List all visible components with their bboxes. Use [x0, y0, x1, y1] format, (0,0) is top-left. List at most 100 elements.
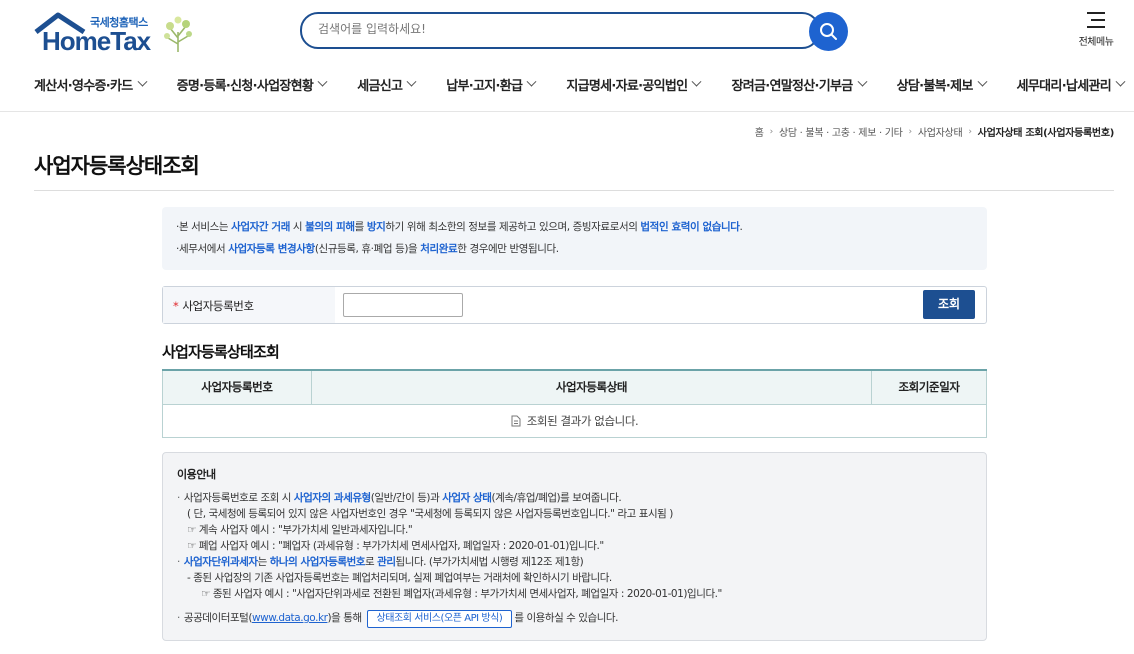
gnb-item-tax-filing[interactable]: 세금신고	[357, 72, 417, 96]
gnb-item-incentive[interactable]: 장려금·연말정산·기부금	[731, 72, 867, 96]
guide-text: 로	[365, 556, 378, 568]
chevron-down-icon	[137, 76, 148, 87]
notice-highlight: 불의의 피해	[305, 221, 355, 233]
chevron-down-icon	[526, 76, 537, 87]
search-button[interactable]	[809, 12, 848, 51]
gnb-item-payment-statement[interactable]: 지급명세·자료·공익법인	[566, 72, 702, 96]
chevron-down-icon	[691, 76, 702, 87]
notice-text: (신규등록, 휴·폐업 등)을	[314, 243, 421, 255]
empty-result-cell: 조회된 결과가 없습니다.	[162, 403, 987, 438]
guide-text: (일반/간이 등)과	[370, 492, 443, 504]
chevron-down-icon	[406, 76, 417, 87]
notice-line: ·본 서비스는 사업자간 거래 시 불의의 피해를 방지하기 위해 최소한의 정…	[176, 219, 973, 234]
notice-text: 를	[354, 221, 367, 233]
notice-box: ·본 서비스는 사업자간 거래 시 불의의 피해를 방지하기 위해 최소한의 정…	[162, 207, 987, 270]
guide-highlight: 사업자단위과세자	[183, 556, 258, 568]
guide-highlight: 사업자 상태	[442, 492, 492, 504]
guide-line: - 종된 사업장의 기존 사업자등록번호는 폐업처리되며, 실제 폐업여부는 거…	[187, 572, 612, 584]
gnb-label: 세무대리·납세관리	[1016, 78, 1112, 94]
gnb-label: 상담·불복·제보	[896, 78, 974, 94]
breadcrumb-item[interactable]: 사업자상태	[918, 124, 963, 139]
guide-highlight: 관리	[377, 556, 396, 568]
gnb-item-invoice[interactable]: 계산서·영수증·카드	[34, 72, 148, 96]
breadcrumb: 홈 › 상담 · 불복 · 고충 · 제보 · 기타 › 사업자상태 › 사업자…	[755, 124, 1115, 140]
guide-line: · 사업자단위과세자는 하나의 사업자등록번호로 관리됩니다. (부가가치세법 시…	[177, 554, 972, 570]
gnb-item-payment[interactable]: 납부·고지·환급	[446, 72, 537, 96]
guide-text: 사업자등록번호로 조회 시	[183, 492, 294, 504]
business-number-input[interactable]	[343, 293, 463, 317]
notice-text: 시	[289, 221, 306, 233]
query-button[interactable]: 조회	[923, 290, 975, 319]
bullet: ·	[177, 492, 180, 504]
all-menu-button[interactable]: 전체메뉴	[1074, 12, 1118, 52]
gnb-item-tax-agent[interactable]: 세무대리·납세관리	[1016, 72, 1126, 96]
gnb-label: 세금신고	[357, 78, 403, 94]
gnb-item-consultation[interactable]: 상담·불복·제보	[896, 72, 988, 96]
guide-text: )을 통해	[327, 612, 365, 624]
breadcrumb-item[interactable]: 상담 · 불복 · 고충 · 제보 · 기타	[779, 124, 903, 139]
notice-text: 하기 위해 최소한의 정보를 제공하고 있으며, 증빙자료로서의	[385, 221, 641, 233]
breadcrumb-current: 사업자상태 조회(사업자등록번호)	[977, 128, 1115, 139]
open-api-service-button[interactable]: 상태조회 서비스(오픈 API 방식)	[366, 610, 513, 628]
table-header-row: 사업자등록번호 사업자등록상태 조회기준일자	[162, 369, 987, 405]
bullet: ·	[177, 612, 180, 624]
empty-result-message: 조회된 결과가 없습니다.	[526, 413, 639, 428]
notice-line: ·세무서에서 사업자등록 변경사항(신규등록, 휴·폐업 등)을 처리완료한 경…	[176, 241, 973, 256]
usage-guide-box: 이용안내 · 사업자등록번호로 조회 시 사업자의 과세유형(일반/간이 등)과 …	[162, 452, 987, 641]
guide-highlight: 사업자의 과세유형	[293, 492, 371, 504]
column-header: 조회기준일자	[871, 369, 987, 405]
data-portal-link[interactable]: www.data.go.kr	[252, 612, 328, 624]
guide-text: 됩니다. (부가가치세법 시행령 제12조 제1항)	[395, 556, 584, 568]
results-section-title: 사업자등록상태조회	[162, 343, 280, 361]
all-menu-label: 전체메뉴	[1078, 37, 1114, 48]
page-title: 사업자등록상태조회	[34, 154, 200, 178]
notice-highlight: 사업자등록 변경사항	[228, 243, 315, 255]
gnb-item-certificate[interactable]: 증명·등록·신청·사업장현황	[176, 72, 328, 96]
tree-icon	[164, 16, 192, 52]
breadcrumb-home[interactable]: 홈	[755, 124, 764, 139]
notice-text: .	[739, 221, 743, 233]
guide-line: ( 단, 국세청에 등록되어 있지 않은 사업자번호인 경우 "국세청에 등록되…	[187, 508, 673, 520]
document-icon	[511, 415, 521, 426]
results-table: 사업자등록번호 사업자등록상태 조회기준일자 조회된 결과가 없습니다.	[162, 369, 987, 438]
guide-text: 를 이용하실 수 있습니다.	[514, 612, 619, 624]
chevron-down-icon	[857, 76, 867, 87]
guide-line: ☞ 계속 사업자 예시 : "부가가치세 일반과세자입니다."	[187, 524, 413, 536]
guide-line: · 사업자등록번호로 조회 시 사업자의 과세유형(일반/간이 등)과 사업자 상…	[177, 490, 972, 506]
table-row: 조회된 결과가 없습니다.	[162, 403, 987, 438]
query-form: * 사업자등록번호 조회	[162, 286, 987, 324]
notice-highlight: 법적인 효력이 없습니다	[640, 221, 740, 233]
chevron-down-icon	[1115, 76, 1126, 87]
notice-text: 한 경우에만 반영됩니다.	[457, 243, 559, 255]
business-number-label: * 사업자등록번호	[163, 287, 335, 323]
guide-line: · 공공데이터포털(www.data.go.kr)을 통해 상태조회 서비스(오픈…	[177, 610, 972, 628]
hamburger-menu-icon	[1087, 12, 1105, 28]
form-label-text: 사업자등록번호	[182, 299, 254, 313]
chevron-down-icon	[317, 76, 328, 87]
bullet: ·	[177, 556, 180, 568]
gnb-label: 증명·등록·신청·사업장현황	[176, 78, 314, 94]
guide-text: 는	[257, 556, 270, 568]
usage-guide-title: 이용안내	[177, 468, 216, 481]
search-icon	[820, 23, 837, 40]
breadcrumb-separator: ›	[769, 126, 774, 137]
main-navigation: 계산서·영수증·카드 증명·등록·신청·사업장현황 세금신고 납부·고지·환급 …	[34, 72, 1126, 96]
chevron-down-icon	[977, 76, 988, 87]
gnb-label: 납부·고지·환급	[446, 78, 523, 94]
hometax-logo[interactable]: 국세청홈택스 HomeTax	[34, 12, 199, 56]
notice-highlight: 사업자간 거래	[231, 221, 290, 233]
guide-highlight: 하나의 사업자등록번호	[269, 556, 366, 568]
gnb-label: 계산서·영수증·카드	[34, 78, 133, 94]
breadcrumb-separator: ›	[908, 126, 913, 137]
search-input[interactable]	[318, 22, 798, 36]
guide-line: ☞ 종된 사업자 예시 : "사업자단위과세로 전환된 폐업자(과세유형 : 부…	[201, 588, 722, 600]
guide-text: 공공데이터포털(	[183, 612, 253, 624]
column-header: 사업자등록번호	[162, 369, 312, 405]
search-box	[300, 12, 820, 49]
guide-line: ☞ 폐업 사업자 예시 : "폐업자 (과세유형 : 부가가치세 면세사업자, …	[187, 540, 604, 552]
notice-highlight: 처리완료	[420, 243, 458, 255]
required-mark: *	[173, 299, 179, 313]
notice-text: 본 서비스는	[178, 221, 232, 233]
notice-highlight: 방지	[366, 221, 386, 233]
